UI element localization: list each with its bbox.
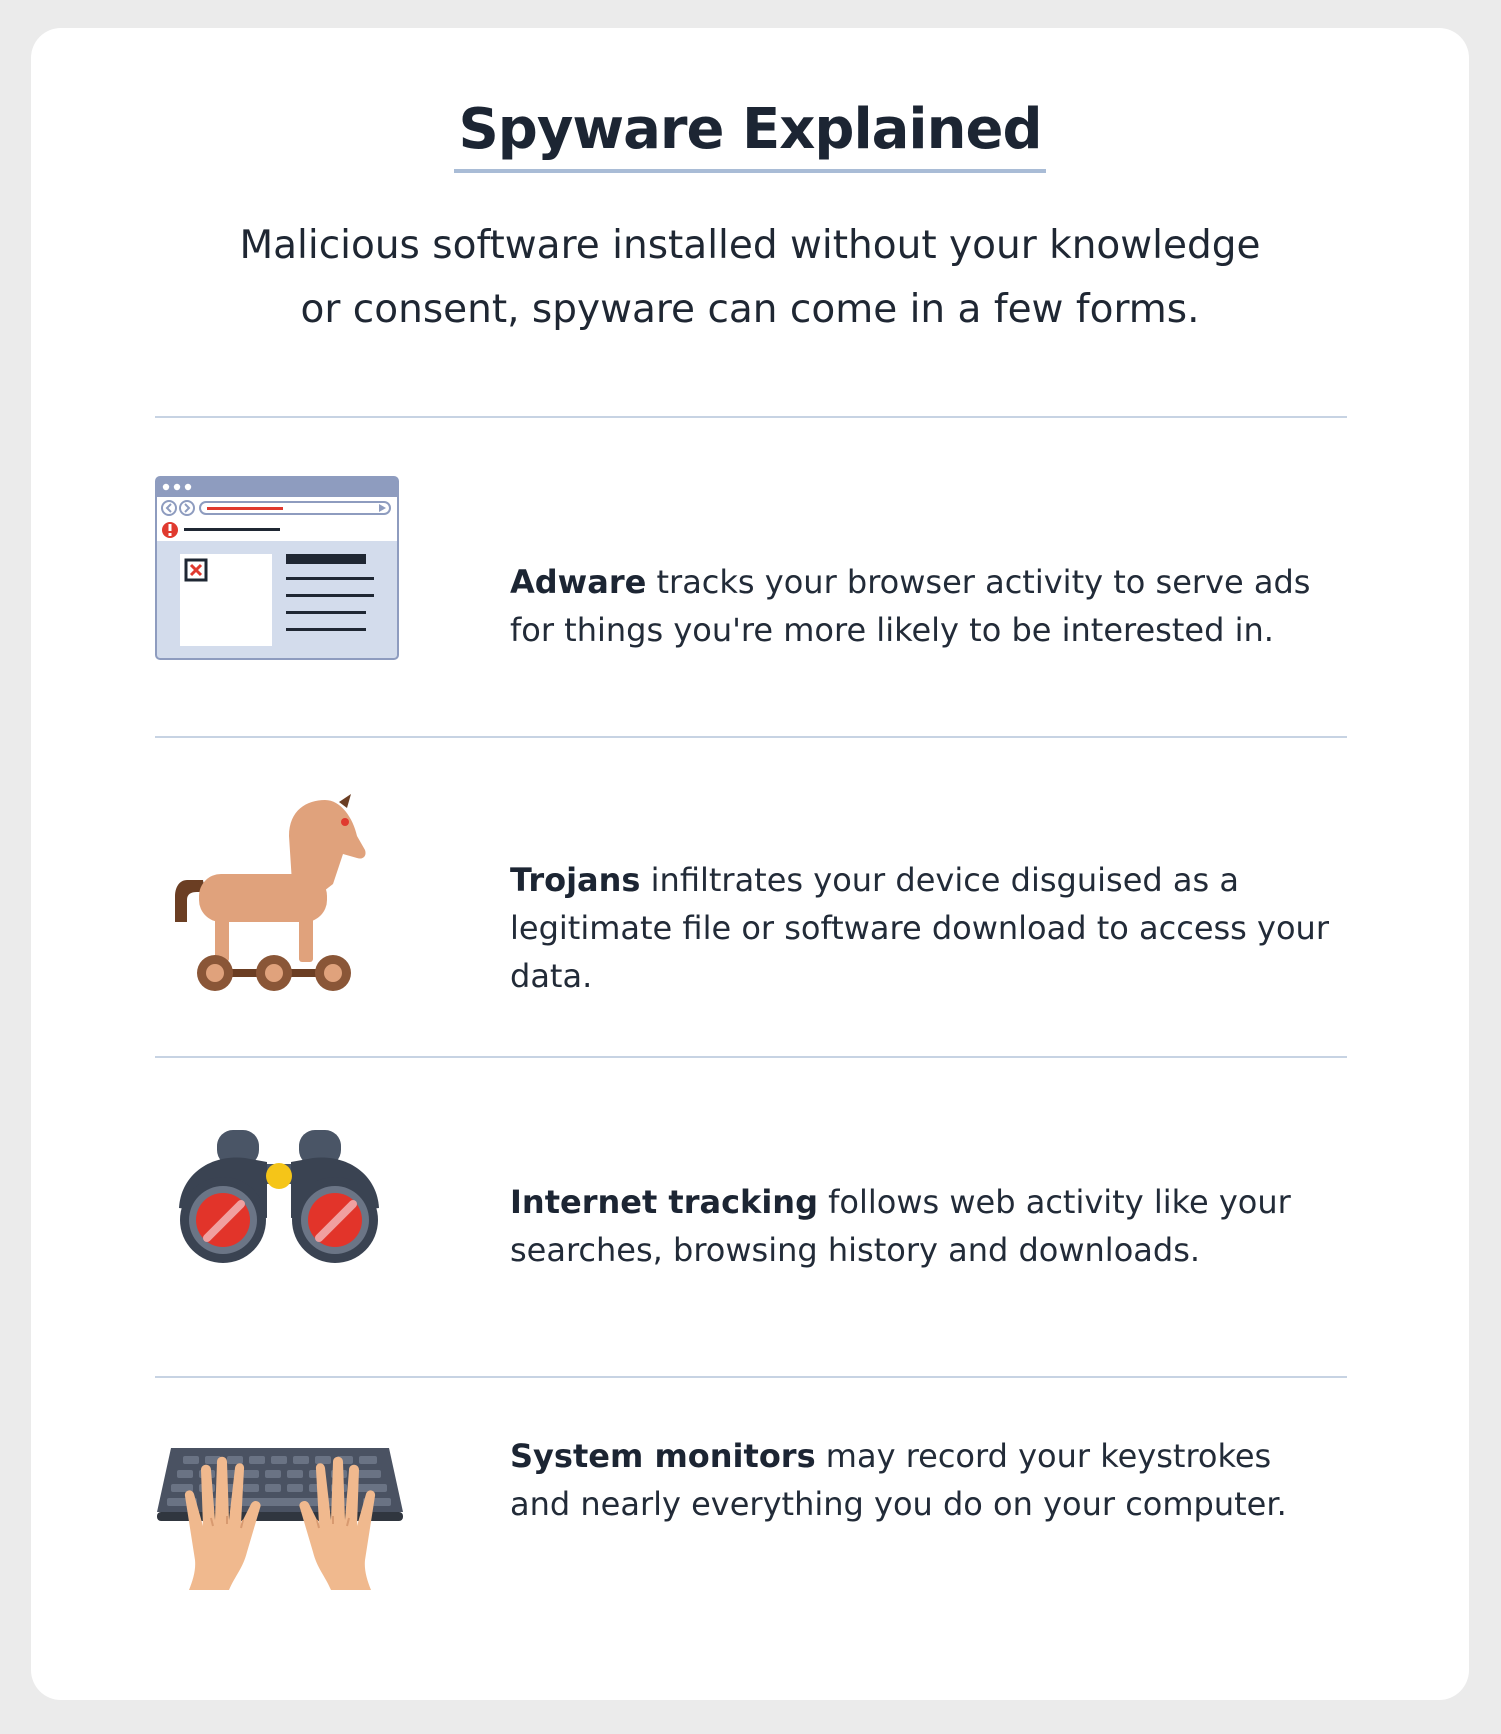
intro-line-2: or consent, spyware can come in a few fo… — [300, 287, 1200, 332]
spyware-item-internet-tracking: Internet tracking follows web activity l… — [155, 1130, 1347, 1380]
divider — [155, 1056, 1347, 1058]
intro-text: Malicious software installed without you… — [31, 214, 1469, 342]
title-wrap: Spyware Explained — [31, 96, 1469, 174]
item-description: Trojans infiltrates your device disguise… — [510, 856, 1340, 1000]
divider — [155, 1376, 1347, 1378]
item-description: Adware tracks your browser activity to s… — [510, 558, 1340, 654]
item-term: System monitors — [510, 1437, 816, 1475]
spyware-item-trojans: Trojans infiltrates your device disguise… — [155, 788, 1347, 1038]
divider — [155, 736, 1347, 738]
item-description: System monitors may record your keystrok… — [510, 1432, 1340, 1528]
intro-line-1: Malicious software installed without you… — [239, 223, 1261, 268]
infographic-card: Spyware Explained Malicious software ins… — [31, 28, 1469, 1700]
trojan-horse-icon — [175, 794, 366, 991]
page-title: Spyware Explained — [454, 96, 1046, 174]
item-description: Internet tracking follows web activity l… — [510, 1178, 1340, 1274]
browser-adware-icon — [155, 476, 399, 660]
item-term: Internet tracking — [510, 1183, 818, 1221]
keyboard-hands-icon — [157, 1448, 403, 1590]
spyware-item-system-monitors: System monitors may record your keystrok… — [155, 1437, 1347, 1660]
item-term: Adware — [510, 563, 647, 601]
item-term: Trojans — [510, 861, 641, 899]
binoculars-icon — [179, 1130, 379, 1263]
spyware-item-adware: Adware tracks your browser activity to s… — [155, 476, 1347, 726]
divider — [155, 416, 1347, 418]
